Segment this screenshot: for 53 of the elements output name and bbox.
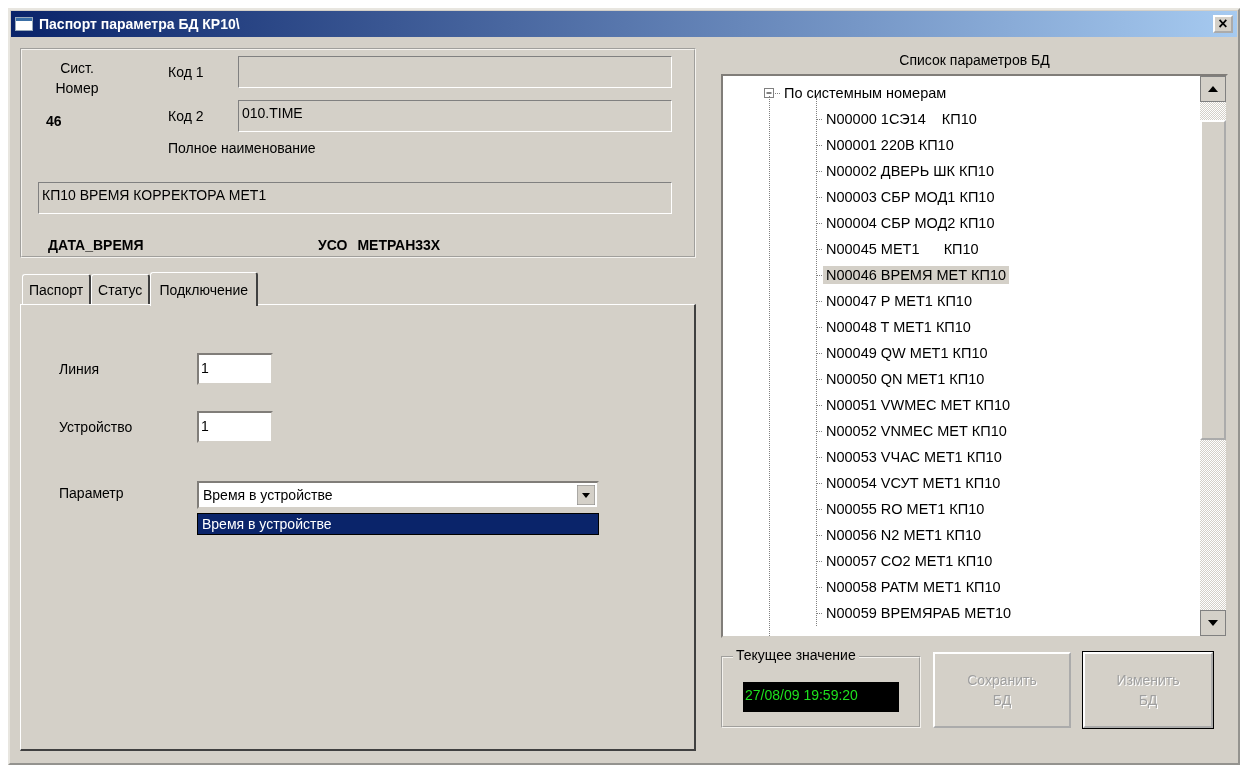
tree-item[interactable]: N00003 СБР МОД1 КП10 (823, 188, 998, 206)
tree-node[interactable]: По системным номерам (781, 84, 950, 102)
uso-label: УСО (318, 237, 348, 255)
tree-item[interactable]: N00048 T МЕТ1 КП10 (823, 318, 974, 336)
dropdown-option[interactable]: Время в устройстве (198, 514, 598, 534)
parameter-dropdown[interactable]: Время в устройстве (197, 481, 599, 509)
tree-item[interactable]: N00047 P МЕТ1 КП10 (823, 292, 975, 310)
code2-label: Код 2 (168, 108, 205, 124)
tree-item[interactable]: N00001 220В КП10 (823, 136, 957, 154)
sys-number: 46 (46, 113, 63, 129)
line-label: Линия (59, 361, 101, 377)
window-icon (15, 17, 33, 31)
parameter-label: Параметр (59, 484, 125, 501)
code1-label: Код 1 (168, 64, 205, 80)
tree-item[interactable]: N00056 N2 МЕТ1 КП10 (823, 526, 985, 544)
tree-item[interactable]: N00049 QW МЕТ1 КП10 (823, 344, 991, 362)
scroll-down-icon[interactable] (1200, 610, 1226, 636)
sys-number-label: Сист. Номер (54, 59, 100, 98)
tree-item[interactable]: N00057 CO2 МЕТ1 КП10 (823, 552, 996, 570)
dropdown-arrow-icon[interactable] (577, 485, 595, 505)
tree-item[interactable]: N00055 RO МЕТ1 КП10 (823, 500, 988, 518)
tree-item[interactable]: N00000 1СЭ14 КП10 (823, 110, 980, 128)
device-label: Устройство (59, 419, 134, 435)
tree-item[interactable]: N00052 VNMEC МЕТ КП10 (823, 422, 1010, 440)
full-name-field[interactable]: КП10 ВРЕМЯ КОРРЕКТОРА МЕТ1 (38, 182, 672, 214)
full-name-label: Полное наименование (168, 140, 317, 156)
code1-field[interactable] (238, 56, 672, 88)
code2-field[interactable]: 010.TIME (238, 100, 672, 132)
collapse-icon[interactable] (764, 87, 775, 99)
tree-item[interactable]: N00058 PATM МЕТ1 КП10 (823, 578, 1004, 596)
uso-value: МЕТРАН33Х (357, 237, 441, 255)
tree-item[interactable]: N00051 VWMEC МЕТ КП10 (823, 396, 1014, 414)
tree-item[interactable]: N00050 QN МЕТ1 КП10 (823, 370, 988, 388)
scroll-up-icon[interactable] (1200, 76, 1226, 102)
line-field[interactable]: 1 (197, 353, 273, 385)
current-value-display: 27/08/09 19:59:20 (743, 682, 899, 712)
tab[interactable]: Статус (91, 274, 151, 304)
tree-item[interactable]: N00059 ВРЕМЯРАБ МЕТ10 (823, 604, 1015, 622)
data-type: ДАТА_ВРЕМЯ (48, 237, 145, 255)
device-field[interactable]: 1 (197, 411, 273, 443)
scrollbar[interactable] (1200, 76, 1226, 636)
tree-item[interactable]: N00045 МЕТ1 КП10 (823, 240, 982, 258)
tree-item[interactable]: N00053 VЧАС МЕТ1 КП10 (823, 448, 1005, 466)
tree-item[interactable]: N00054 VСУТ МЕТ1 КП10 (823, 474, 1004, 492)
tree-item[interactable]: N00002 ДВЕРЬ ШК КП10 (823, 162, 997, 180)
tree-item[interactable]: N00004 СБР МОД2 КП10 (823, 214, 998, 232)
tab[interactable]: Паспорт (22, 274, 92, 304)
tab[interactable]: Подключение (150, 272, 259, 306)
tree-item[interactable]: N00046 ВРЕМЯ МЕТ КП10 (823, 266, 1010, 284)
close-button[interactable]: × (1213, 15, 1233, 33)
current-value-label: Текущее значение (733, 647, 859, 663)
tree-title: Список параметров БД (898, 52, 1051, 68)
window-title: Паспорт параметра БД КР10\ (39, 16, 241, 32)
